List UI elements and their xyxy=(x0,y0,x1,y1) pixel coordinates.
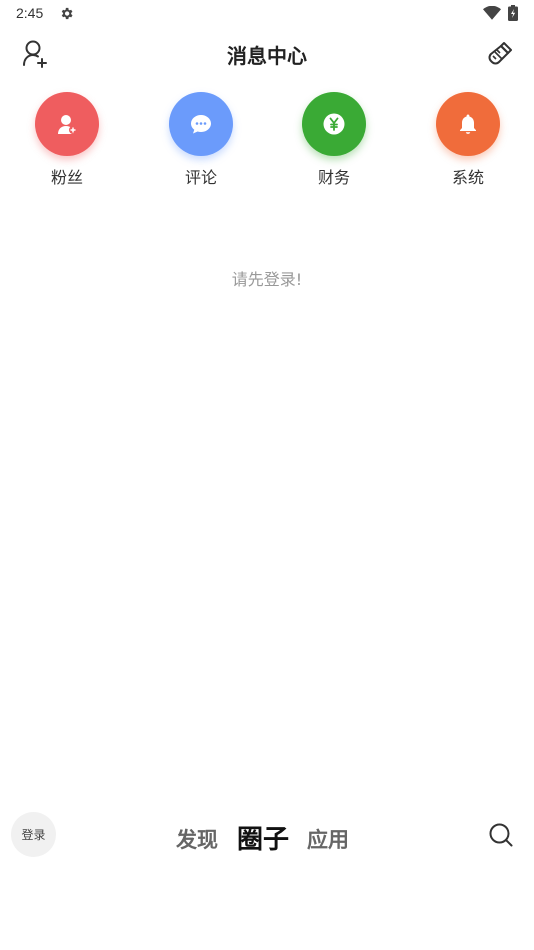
battery-charging-icon xyxy=(508,5,518,21)
tab-circle[interactable]: 圈子 xyxy=(237,819,289,856)
wifi-icon xyxy=(483,6,501,20)
finance-circle xyxy=(302,92,366,156)
login-button[interactable]: 登录 xyxy=(11,812,56,857)
clean-brush-icon[interactable] xyxy=(486,40,514,68)
category-finance[interactable]: 财务 xyxy=(284,92,384,188)
category-label: 系统 xyxy=(451,168,484,187)
message-categories: 粉丝 评论 财务 系统 xyxy=(0,92,534,192)
system-circle xyxy=(436,92,500,156)
category-comments[interactable]: 评论 xyxy=(151,92,251,188)
category-label: 财务 xyxy=(317,168,350,187)
status-time: 2:45 xyxy=(16,5,44,21)
category-label: 评论 xyxy=(184,168,217,187)
category-label: 粉丝 xyxy=(50,168,83,187)
tab-apps[interactable]: 应用 xyxy=(307,824,349,854)
page-title: 消息中心 xyxy=(227,44,307,68)
category-system[interactable]: 系统 xyxy=(418,92,518,188)
header: 消息中心 xyxy=(0,28,534,80)
tab-discover[interactable]: 发现 xyxy=(176,824,218,854)
bottom-nav: 登录 发现 圈子 应用 xyxy=(0,806,534,866)
search-icon[interactable] xyxy=(488,822,514,848)
login-prompt-message: 请先登录! xyxy=(231,270,303,289)
bell-icon xyxy=(460,114,476,134)
chat-bubble-icon xyxy=(191,115,211,134)
category-fans[interactable]: 粉丝 xyxy=(17,92,117,188)
settings-gear-icon xyxy=(61,7,73,20)
fans-circle xyxy=(35,92,99,156)
user-add-icon xyxy=(58,115,77,134)
yen-coin-icon xyxy=(323,113,345,135)
comments-circle xyxy=(169,92,233,156)
status-bar: 2:45 xyxy=(0,0,534,28)
